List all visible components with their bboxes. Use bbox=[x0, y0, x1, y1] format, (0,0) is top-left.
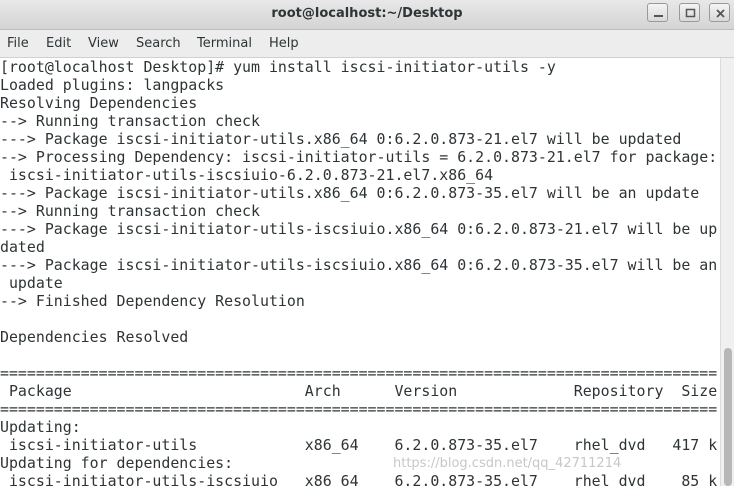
terminal-line: update bbox=[0, 274, 63, 292]
menu-terminal[interactable]: Terminal bbox=[197, 36, 252, 51]
window-titlebar[interactable]: root@localhost:~/Desktop bbox=[0, 0, 734, 30]
scrollbar-thumb[interactable] bbox=[724, 348, 732, 486]
minimize-icon bbox=[654, 15, 663, 17]
terminal-separator: ========================================… bbox=[0, 364, 718, 382]
terminal-line: Updating for dependencies: bbox=[0, 454, 234, 472]
maximize-button[interactable] bbox=[679, 3, 700, 22]
terminal-line: [root@localhost Desktop]# yum install is… bbox=[0, 58, 556, 76]
terminal-line: --> Finished Dependency Resolution bbox=[0, 292, 305, 310]
maximize-icon bbox=[685, 8, 696, 18]
close-button[interactable] bbox=[709, 3, 730, 22]
minimize-button[interactable] bbox=[647, 3, 668, 22]
terminal-line: ---> Package iscsi-initiator-utils-iscsi… bbox=[0, 220, 718, 238]
menubar: File Edit View Search Terminal Help bbox=[0, 30, 734, 58]
terminal-line: --> Running transaction check bbox=[0, 202, 260, 220]
terminal-output[interactable]: [root@localhost Desktop]# yum install is… bbox=[0, 58, 720, 486]
menu-help[interactable]: Help bbox=[269, 36, 299, 51]
menu-search[interactable]: Search bbox=[136, 36, 181, 51]
menu-file[interactable]: File bbox=[7, 36, 29, 51]
terminal-scrollbar[interactable] bbox=[720, 58, 734, 486]
window-title: root@localhost:~/Desktop bbox=[271, 6, 463, 21]
terminal-line: ---> Package iscsi-initiator-utils-iscsi… bbox=[0, 256, 718, 274]
terminal-table-header: Package Arch Version Repository Size bbox=[0, 382, 718, 400]
terminal-line: iscsi-initiator-utils-iscsiuio-6.2.0.873… bbox=[0, 166, 494, 184]
terminal-line: Dependencies Resolved bbox=[0, 328, 189, 346]
menu-view[interactable]: View bbox=[88, 36, 119, 51]
terminal-separator: ========================================… bbox=[0, 400, 718, 418]
terminal-table-row: iscsi-initiator-utils-iscsiuio x86_64 6.… bbox=[0, 472, 718, 486]
terminal-line: --> Processing Dependency: iscsi-initiat… bbox=[0, 148, 718, 166]
menu-edit[interactable]: Edit bbox=[46, 36, 71, 51]
terminal-line: Loaded plugins: langpacks bbox=[0, 76, 225, 94]
watermark-text: https://blog.csdn.net/qq_42711214 bbox=[393, 456, 622, 471]
terminal-line: ---> Package iscsi-initiator-utils.x86_6… bbox=[0, 184, 700, 202]
terminal-line: Updating: bbox=[0, 418, 81, 436]
terminal-line: dated bbox=[0, 238, 45, 256]
terminal-line: Resolving Dependencies bbox=[0, 94, 198, 112]
terminal-line: ---> Package iscsi-initiator-utils.x86_6… bbox=[0, 130, 682, 148]
close-icon bbox=[716, 9, 725, 18]
terminal-line: --> Running transaction check bbox=[0, 112, 260, 130]
terminal-table-row: iscsi-initiator-utils x86_64 6.2.0.873-3… bbox=[0, 436, 718, 454]
